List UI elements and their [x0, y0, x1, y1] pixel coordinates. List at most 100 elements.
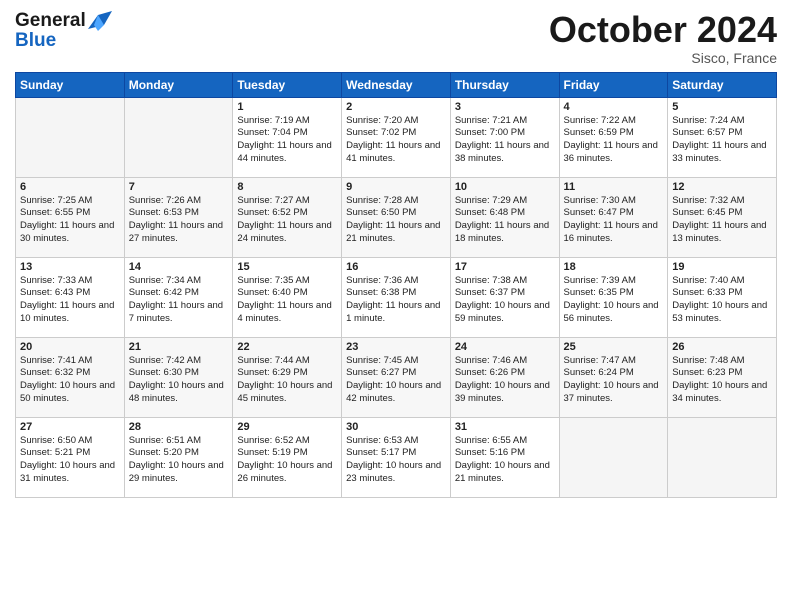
- cell-info: Sunrise: 7:38 AMSunset: 6:37 PMDaylight:…: [455, 275, 555, 326]
- day-number: 19: [672, 261, 772, 273]
- calendar-cell: [668, 417, 777, 497]
- cell-info: Sunrise: 6:51 AMSunset: 5:20 PMDaylight:…: [129, 435, 229, 486]
- cell-info: Sunrise: 7:25 AMSunset: 6:55 PMDaylight:…: [20, 195, 120, 246]
- calendar-cell: 9 Sunrise: 7:28 AMSunset: 6:50 PMDaylight…: [342, 177, 451, 257]
- cell-info: Sunrise: 7:41 AMSunset: 6:32 PMDaylight:…: [20, 355, 120, 406]
- day-number: 17: [455, 261, 555, 273]
- day-number: 30: [346, 421, 446, 433]
- calendar-cell: 14 Sunrise: 7:34 AMSunset: 6:42 PMDayligh…: [124, 257, 233, 337]
- day-number: 8: [237, 181, 337, 193]
- cell-info: Sunrise: 7:26 AMSunset: 6:53 PMDaylight:…: [129, 195, 229, 246]
- calendar-cell: 23 Sunrise: 7:45 AMSunset: 6:27 PMDayligh…: [342, 337, 451, 417]
- calendar-cell: 17 Sunrise: 7:38 AMSunset: 6:37 PMDayligh…: [450, 257, 559, 337]
- day-header-thursday: Thursday: [450, 72, 559, 97]
- calendar-cell: 27Sunrise: 6:50 AMSunset: 5:21 PMDayligh…: [16, 417, 125, 497]
- day-number: 9: [346, 181, 446, 193]
- calendar-cell: 16 Sunrise: 7:36 AMSunset: 6:38 PMDayligh…: [342, 257, 451, 337]
- calendar-cell: 4Sunrise: 7:22 AMSunset: 6:59 PMDaylight…: [559, 97, 668, 177]
- page: General Blue October 2024 Sisco, France …: [0, 0, 792, 612]
- cell-info: Sunrise: 7:32 AMSunset: 6:45 PMDaylight:…: [672, 195, 772, 246]
- day-header-friday: Friday: [559, 72, 668, 97]
- day-number: 10: [455, 181, 555, 193]
- day-number: 5: [672, 101, 772, 113]
- calendar-cell: 22 Sunrise: 7:44 AMSunset: 6:29 PMDayligh…: [233, 337, 342, 417]
- calendar-cell: 6 Sunrise: 7:25 AMSunset: 6:55 PMDaylight…: [16, 177, 125, 257]
- day-number: 11: [564, 181, 664, 193]
- day-number: 6: [20, 181, 120, 193]
- day-header-saturday: Saturday: [668, 72, 777, 97]
- day-number: 23: [346, 341, 446, 353]
- cell-info: Sunrise: 7:46 AMSunset: 6:26 PMDaylight:…: [455, 355, 555, 406]
- calendar-cell: 2 Sunrise: 7:20 AMSunset: 7:02 PMDaylight…: [342, 97, 451, 177]
- location: Sisco, France: [549, 50, 777, 66]
- day-header-tuesday: Tuesday: [233, 72, 342, 97]
- cell-info: Sunrise: 7:34 AMSunset: 6:42 PMDaylight:…: [129, 275, 229, 326]
- calendar-cell: [124, 97, 233, 177]
- day-number: 12: [672, 181, 772, 193]
- calendar-cell: 30 Sunrise: 6:53 AMSunset: 5:17 PMDayligh…: [342, 417, 451, 497]
- calendar-cell: 11 Sunrise: 7:30 AMSunset: 6:47 PMDayligh…: [559, 177, 668, 257]
- cell-info: Sunrise: 7:45 AMSunset: 6:27 PMDaylight:…: [346, 355, 446, 406]
- cell-info: Sunrise: 7:27 AMSunset: 6:52 PMDaylight:…: [237, 195, 337, 246]
- week-row-1: 1 Sunrise: 7:19 AMSunset: 7:04 PMDaylight…: [16, 97, 777, 177]
- day-number: 28: [129, 421, 229, 433]
- calendar-table: SundayMondayTuesdayWednesdayThursdayFrid…: [15, 72, 777, 498]
- day-number: 15: [237, 261, 337, 273]
- calendar-cell: 8 Sunrise: 7:27 AMSunset: 6:52 PMDaylight…: [233, 177, 342, 257]
- cell-info: Sunrise: 7:22 AMSunset: 6:59 PMDaylight:…: [564, 115, 664, 166]
- cell-info: Sunrise: 7:42 AMSunset: 6:30 PMDaylight:…: [129, 355, 229, 406]
- cell-info: Sunrise: 7:35 AMSunset: 6:40 PMDaylight:…: [237, 275, 337, 326]
- calendar-cell: 13 Sunrise: 7:33 AMSunset: 6:43 PMDayligh…: [16, 257, 125, 337]
- cell-info: Sunrise: 7:44 AMSunset: 6:29 PMDaylight:…: [237, 355, 337, 406]
- month-title: October 2024: [549, 10, 777, 50]
- logo: General Blue: [15, 10, 112, 52]
- cell-info: Sunrise: 7:47 AMSunset: 6:24 PMDaylight:…: [564, 355, 664, 406]
- cell-info: Sunrise: 7:28 AMSunset: 6:50 PMDaylight:…: [346, 195, 446, 246]
- cell-info: Sunrise: 7:20 AMSunset: 7:02 PMDaylight:…: [346, 115, 446, 166]
- calendar-cell: 5 Sunrise: 7:24 AMSunset: 6:57 PMDaylight…: [668, 97, 777, 177]
- day-number: 2: [346, 101, 446, 113]
- calendar-cell: 21 Sunrise: 7:42 AMSunset: 6:30 PMDayligh…: [124, 337, 233, 417]
- day-number: 25: [564, 341, 664, 353]
- calendar-cell: 18Sunrise: 7:39 AMSunset: 6:35 PMDayligh…: [559, 257, 668, 337]
- day-number: 29: [237, 421, 337, 433]
- calendar-cell: 3Sunrise: 7:21 AMSunset: 7:00 PMDaylight…: [450, 97, 559, 177]
- day-number: 13: [20, 261, 120, 273]
- calendar-cell: 24Sunrise: 7:46 AMSunset: 6:26 PMDayligh…: [450, 337, 559, 417]
- day-header-wednesday: Wednesday: [342, 72, 451, 97]
- day-number: 14: [129, 261, 229, 273]
- calendar-cell: 31 Sunrise: 6:55 AMSunset: 5:16 PMDayligh…: [450, 417, 559, 497]
- cell-info: Sunrise: 7:39 AMSunset: 6:35 PMDaylight:…: [564, 275, 664, 326]
- cell-info: Sunrise: 7:30 AMSunset: 6:47 PMDaylight:…: [564, 195, 664, 246]
- calendar-cell: 12 Sunrise: 7:32 AMSunset: 6:45 PMDayligh…: [668, 177, 777, 257]
- cell-info: Sunrise: 6:53 AMSunset: 5:17 PMDaylight:…: [346, 435, 446, 486]
- cell-info: Sunrise: 7:40 AMSunset: 6:33 PMDaylight:…: [672, 275, 772, 326]
- day-number: 27: [20, 421, 120, 433]
- day-number: 16: [346, 261, 446, 273]
- day-number: 22: [237, 341, 337, 353]
- cell-info: Sunrise: 6:52 AMSunset: 5:19 PMDaylight:…: [237, 435, 337, 486]
- calendar-cell: [559, 417, 668, 497]
- cell-info: Sunrise: 7:29 AMSunset: 6:48 PMDaylight:…: [455, 195, 555, 246]
- cell-info: Sunrise: 7:33 AMSunset: 6:43 PMDaylight:…: [20, 275, 120, 326]
- day-number: 31: [455, 421, 555, 433]
- week-row-3: 13 Sunrise: 7:33 AMSunset: 6:43 PMDayligh…: [16, 257, 777, 337]
- day-number: 21: [129, 341, 229, 353]
- day-number: 20: [20, 341, 120, 353]
- calendar-cell: 15 Sunrise: 7:35 AMSunset: 6:40 PMDayligh…: [233, 257, 342, 337]
- day-header-monday: Monday: [124, 72, 233, 97]
- cell-info: Sunrise: 7:36 AMSunset: 6:38 PMDaylight:…: [346, 275, 446, 326]
- title-block: October 2024 Sisco, France: [549, 10, 777, 66]
- cell-info: Sunrise: 7:19 AMSunset: 7:04 PMDaylight:…: [237, 115, 337, 166]
- cell-info: Sunrise: 6:55 AMSunset: 5:16 PMDaylight:…: [455, 435, 555, 486]
- day-header-sunday: Sunday: [16, 72, 125, 97]
- day-number: 26: [672, 341, 772, 353]
- day-number: 7: [129, 181, 229, 193]
- header-row: SundayMondayTuesdayWednesdayThursdayFrid…: [16, 72, 777, 97]
- cell-info: Sunrise: 7:48 AMSunset: 6:23 PMDaylight:…: [672, 355, 772, 406]
- calendar-cell: [16, 97, 125, 177]
- day-number: 1: [237, 101, 337, 113]
- calendar-cell: 20 Sunrise: 7:41 AMSunset: 6:32 PMDayligh…: [16, 337, 125, 417]
- calendar-cell: 29 Sunrise: 6:52 AMSunset: 5:19 PMDayligh…: [233, 417, 342, 497]
- cell-info: Sunrise: 7:24 AMSunset: 6:57 PMDaylight:…: [672, 115, 772, 166]
